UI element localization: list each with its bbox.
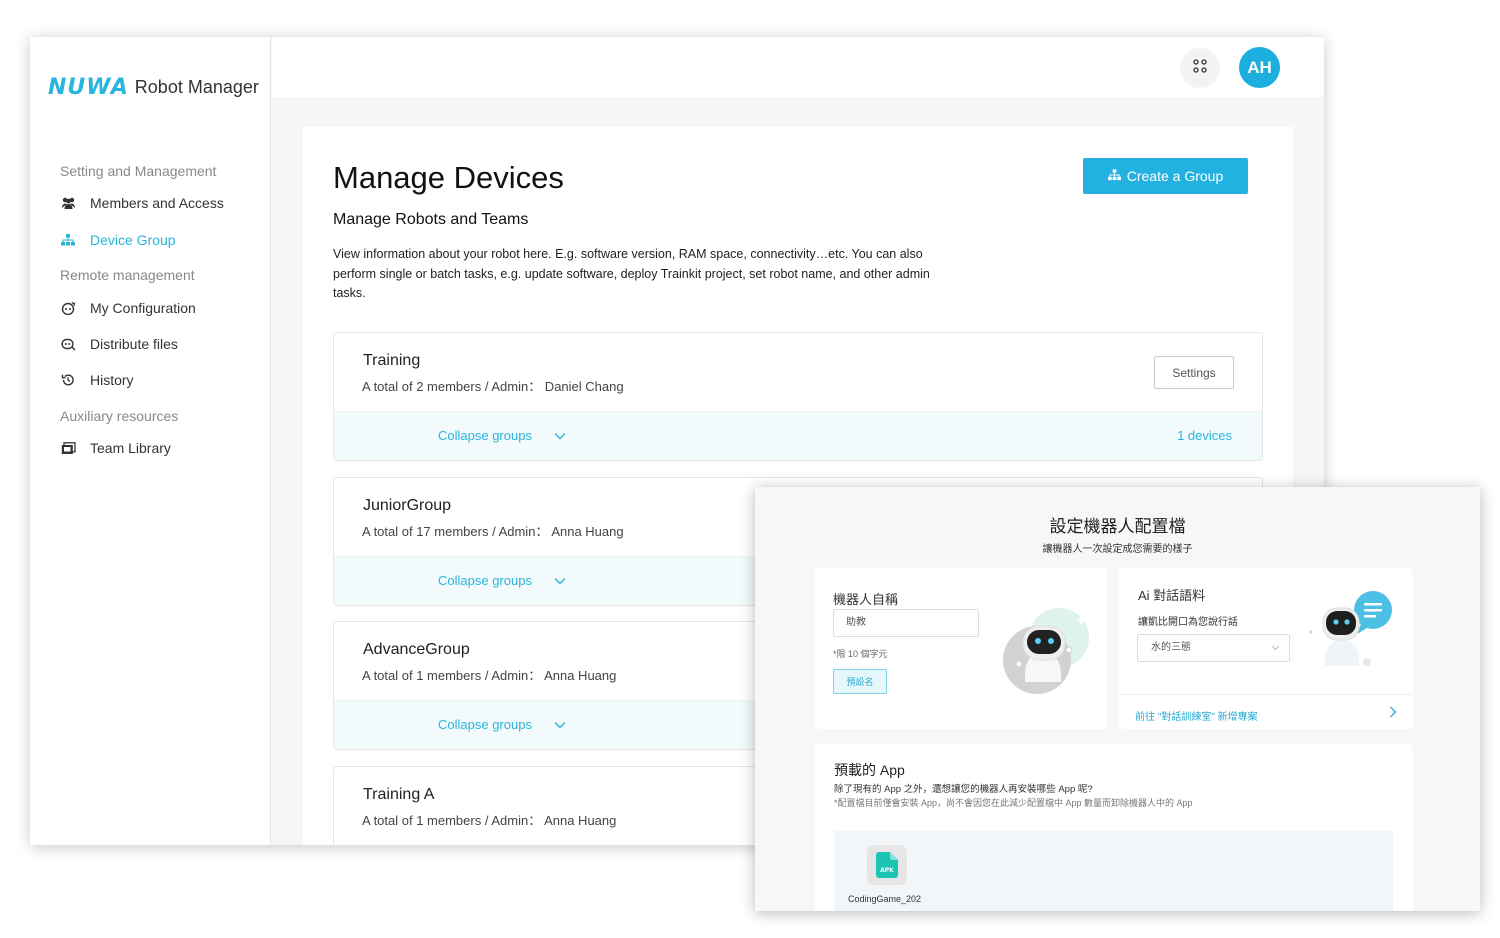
- collapse-groups-toggle[interactable]: Collapse groups: [438, 428, 566, 443]
- go-to-training-room-link[interactable]: 前往 "對話訓練室" 新增專案: [1135, 708, 1258, 723]
- devices-count-link[interactable]: 1 devices: [1177, 428, 1232, 443]
- sidebar-item-label: My Configuration: [90, 300, 196, 316]
- profile-title: 設定機器人配置檔: [1049, 517, 1186, 536]
- group-meta: A total of 17 members / Admin： Anna Huan…: [362, 524, 624, 539]
- group-name: Training: [363, 352, 421, 369]
- collapse-label: Collapse groups: [438, 717, 532, 732]
- app-item-label: CodingGame_202: [848, 894, 922, 904]
- create-group-label: Create a Group: [1126, 168, 1224, 184]
- group-name: Training A: [363, 786, 435, 803]
- robot-name-label: 機器人自稱: [833, 592, 899, 607]
- robot-name-card: 機器人自稱 助教 *限 10 個字元 預設名: [815, 568, 1107, 729]
- nuwa-logo-mark: NUWA: [48, 75, 129, 100]
- group-name: AdvanceGroup: [363, 641, 470, 658]
- sidebar-item-my-configuration[interactable]: My Configuration: [60, 300, 196, 316]
- collapse-groups-toggle[interactable]: Collapse groups: [438, 573, 566, 588]
- section-remote-management: Remote management: [60, 267, 195, 283]
- library-icon: [60, 441, 76, 455]
- group-meta: A total of 1 members / Admin： Anna Huang: [362, 813, 617, 828]
- page-title: Manage Devices: [333, 160, 564, 195]
- apk-file-icon[interactable]: APK: [867, 845, 907, 885]
- preloaded-apps-card: 預載的 App 除了現有的 App 之外，還想讓您的機器人再安裝哪些 App 呢…: [815, 744, 1413, 911]
- page-subtitle: Manage Robots and Teams: [333, 211, 529, 228]
- logo[interactable]: NUWA Robot Manager: [48, 75, 259, 100]
- chevron-down-icon: [554, 721, 566, 728]
- corpus-link-row[interactable]: 前往 "對話訓練室" 新增專案: [1119, 694, 1413, 731]
- group-name: JuniorGroup: [363, 497, 452, 514]
- page-description: View information about your robot here. …: [333, 247, 930, 300]
- profile-subtitle: 讓機器人一次設定成您需要的樣子: [1042, 544, 1193, 555]
- app-title: Robot Manager: [134, 77, 259, 97]
- group-card-training: Training A total of 2 members / Admin： D…: [333, 332, 1263, 461]
- preloaded-apps-note: *配置檔目前僅會安裝 App，尚不會因您在此減少配置檔中 App 數量而卸除機器…: [834, 798, 1193, 808]
- section-setting-and-management: Setting and Management: [60, 163, 217, 179]
- create-group-button[interactable]: Create a Group: [1083, 158, 1248, 194]
- corpus-select[interactable]: 水的三態: [1137, 634, 1290, 662]
- grid-dots-icon: [1192, 58, 1208, 79]
- apps-menu-button[interactable]: [1180, 48, 1220, 88]
- sitemap-icon: [60, 233, 76, 247]
- group-footer: Collapse groups 1 devices: [334, 411, 1262, 460]
- robot-profile-window: 設定機器人配置檔 讓機器人一次設定成您需要的樣子 機器人自稱 助教 *限 10 …: [755, 487, 1480, 911]
- sidebar-item-device-group[interactable]: Device Group: [60, 232, 176, 248]
- chat-robot-illustration-icon: [1309, 591, 1392, 666]
- group-meta: A total of 1 members / Admin： Anna Huang: [362, 668, 617, 683]
- sidebar-item-label: History: [90, 372, 134, 388]
- user-avatar[interactable]: AH: [1239, 47, 1280, 88]
- sidebar-item-history[interactable]: History: [60, 372, 134, 388]
- sidebar-item-label: Team Library: [90, 440, 171, 456]
- users-icon: [60, 196, 76, 210]
- robot-illustration-icon: [1003, 608, 1089, 694]
- sidebar-item-label: Members and Access: [90, 195, 224, 211]
- sidebar-item-label: Device Group: [90, 232, 176, 248]
- top-bar: [272, 37, 1324, 97]
- robot-config-icon: [60, 301, 76, 315]
- history-icon: [60, 373, 76, 387]
- robot-name-input[interactable]: 助教: [833, 609, 979, 637]
- ai-corpus-desc: 讓凱比開口為您說行話: [1138, 617, 1238, 628]
- corpus-select-value: 水的三態: [1151, 642, 1191, 653]
- preloaded-apps-desc: 除了現有的 App 之外，還想讓您的機器人再安裝哪些 App 呢?: [834, 784, 1093, 795]
- sidebar-item-members-and-access[interactable]: Members and Access: [60, 195, 224, 211]
- sidebar: NUWA Robot Manager Setting and Managemen…: [30, 37, 271, 845]
- collapse-label: Collapse groups: [438, 428, 532, 443]
- ai-corpus-label: Ai 對話語料: [1138, 588, 1206, 603]
- chevron-down-icon: [1271, 645, 1280, 651]
- robot-name-hint: *限 10 個字元: [833, 649, 888, 659]
- chevron-right-icon: [1390, 706, 1397, 718]
- default-name-button[interactable]: 預設名: [833, 669, 887, 694]
- sidebar-item-label: Distribute files: [90, 336, 178, 352]
- sidebar-item-team-library[interactable]: Team Library: [60, 440, 171, 456]
- sidebar-item-distribute-files[interactable]: Distribute files: [60, 336, 178, 352]
- apps-list: APK CodingGame_202: [834, 831, 1393, 911]
- chevron-down-icon: [554, 432, 566, 439]
- sitemap-icon: [1107, 168, 1127, 184]
- ai-corpus-card: Ai 對話語料 讓凱比開口為您說行話 水的三態 前往 "對話訓練室" 新增專案: [1119, 568, 1413, 729]
- preloaded-apps-title: 預載的 App: [834, 762, 905, 778]
- collapse-label: Collapse groups: [438, 573, 532, 588]
- apk-badge: APK: [880, 867, 894, 874]
- group-meta: A total of 2 members / Admin： Daniel Cha…: [362, 379, 624, 394]
- collapse-groups-toggle[interactable]: Collapse groups: [438, 717, 566, 732]
- chevron-down-icon: [554, 577, 566, 584]
- group-settings-button[interactable]: Settings: [1154, 356, 1234, 389]
- section-auxiliary-resources: Auxiliary resources: [60, 408, 179, 424]
- distribute-icon: [60, 337, 76, 351]
